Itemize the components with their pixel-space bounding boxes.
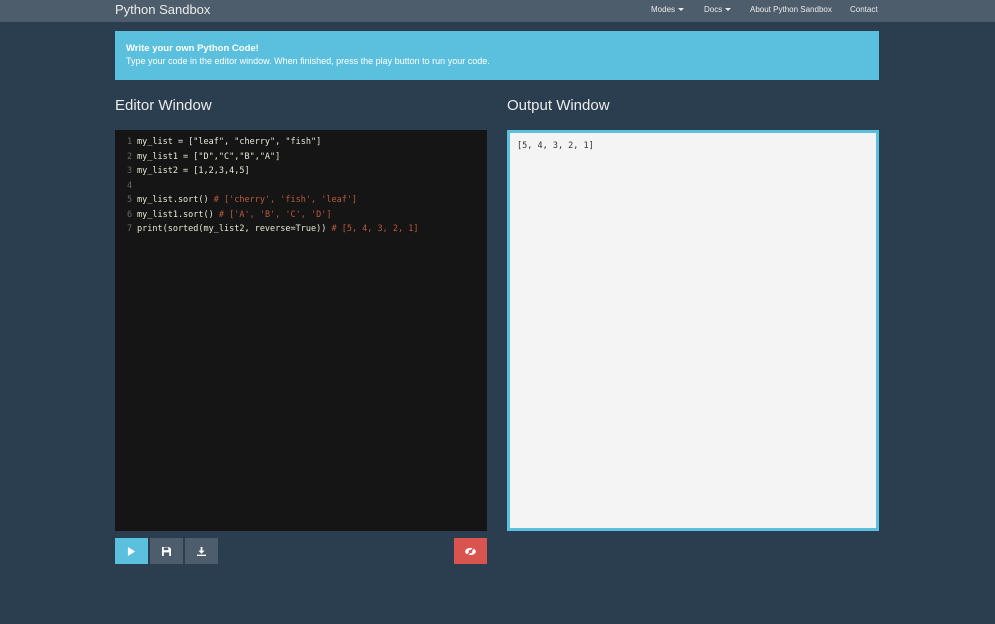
line-number: 3 [127, 166, 133, 176]
nav-about-link[interactable]: About Python Sandbox [750, 5, 832, 14]
alert-text: Type your code in the editor window. Whe… [126, 56, 490, 66]
run-button[interactable] [115, 538, 148, 564]
code-text: my_list = ["leaf", "cherry", "fish"] [137, 137, 322, 147]
code-line: 5 my_list.sort() # ['cherry', 'fish', 'le… [115, 193, 487, 208]
toggle-visibility-button[interactable] [454, 538, 487, 564]
download-button[interactable] [185, 538, 218, 564]
nav-docs-dropdown[interactable]: Docs [704, 5, 732, 14]
info-alert: Write your own Python Code! Type your co… [115, 31, 879, 80]
navbar: Python Sandbox Modes Docs About Python S… [0, 0, 995, 22]
code-line: 6 my_list1.sort() # ['A', 'B', 'C', 'D'] [115, 208, 487, 223]
nav-docs-label: Docs [704, 5, 723, 14]
code-text: my_list1.sort() [137, 209, 219, 220]
code-line: 7 print(sorted(my_list2, reverse=True)) #… [115, 222, 487, 237]
line-number: 6 [127, 209, 133, 220]
download-icon [197, 546, 206, 556]
play-icon [127, 546, 136, 556]
code-line: 4 [115, 179, 487, 194]
editor-title: Editor Window [115, 97, 212, 114]
caret-down-icon [725, 8, 732, 12]
code-line: 1 my_list = ["leaf", "cherry", "fish"] [115, 135, 487, 150]
code-editor[interactable]: 1 my_list = ["leaf", "cherry", "fish"] 2m… [115, 130, 487, 531]
code-line: 2 my_list1 = ["D","C","B","A"] [115, 150, 487, 165]
code-text: print(sorted(my_list2, reverse=True)) [137, 224, 332, 234]
line-number: 2 [127, 151, 133, 162]
code-text: my_list1 = ["D","C","B","A"] [137, 151, 281, 162]
caret-down-icon [678, 8, 685, 12]
code-comment: # ['cherry', 'fish', 'leaf'] [213, 195, 358, 205]
save-icon [162, 546, 171, 556]
code-comment: # ['A', 'B', 'C', 'D'] [218, 209, 332, 220]
code-text: my_list2 = [1,2,3,4,5] [137, 166, 250, 176]
code-line: 3 my_list2 = [1,2,3,4,5] [115, 164, 487, 179]
nav-modes-dropdown[interactable]: Modes [651, 5, 685, 14]
output-text: [5, 4, 3, 2, 1] [517, 141, 594, 151]
output-window: [5, 4, 3, 2, 1] [507, 130, 879, 531]
nav-contact-link[interactable]: Contact [850, 5, 878, 14]
output-title: Output Window [507, 97, 610, 114]
eye-slash-icon [465, 546, 476, 556]
line-number: 1 [127, 137, 133, 147]
code-comment: # [5, 4, 3, 2, 1] [331, 224, 419, 234]
alert-title: Write your own Python Code! [126, 43, 259, 54]
save-button[interactable] [150, 538, 183, 564]
line-number: 4 [127, 180, 133, 191]
nav-modes-label: Modes [651, 5, 676, 14]
brand-link[interactable]: Python Sandbox [115, 2, 210, 17]
code-text: my_list.sort() [137, 195, 214, 205]
line-number: 7 [127, 224, 133, 234]
line-number: 5 [127, 195, 133, 205]
